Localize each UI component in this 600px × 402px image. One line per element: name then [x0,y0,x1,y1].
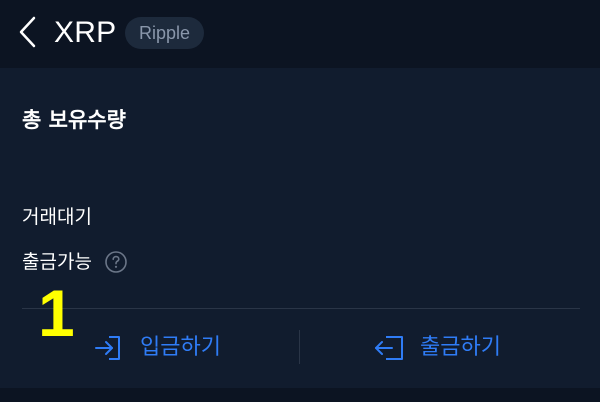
page-title: XRP [54,16,117,49]
pending-trade-label: 거래대기 [22,206,92,228]
chevron-left-icon [19,16,36,48]
sign-out-icon [375,336,403,360]
bottom-spacer [0,388,600,402]
section-divider [22,308,580,309]
holdings-card: 총 보유수량 거래대기 출금가능 입금하기 출금하기 [0,68,600,388]
sign-in-icon [95,336,120,360]
step-marker: 1 [38,276,75,350]
coin-name-badge: Ripple [125,17,205,49]
withdraw-label: 출금하기 [420,335,501,360]
question-circle-icon [105,251,127,273]
withdraw-button[interactable]: 출금하기 [372,320,501,376]
help-button[interactable] [104,250,128,274]
app-header: XRP Ripple [0,0,600,68]
withdrawable-label: 출금가능 [22,251,92,273]
back-button[interactable] [14,14,44,50]
action-divider [299,330,300,364]
deposit-button[interactable]: 입금하기 [92,320,221,376]
deposit-label: 입금하기 [140,335,221,360]
total-holdings-title: 총 보유수량 [22,108,126,132]
